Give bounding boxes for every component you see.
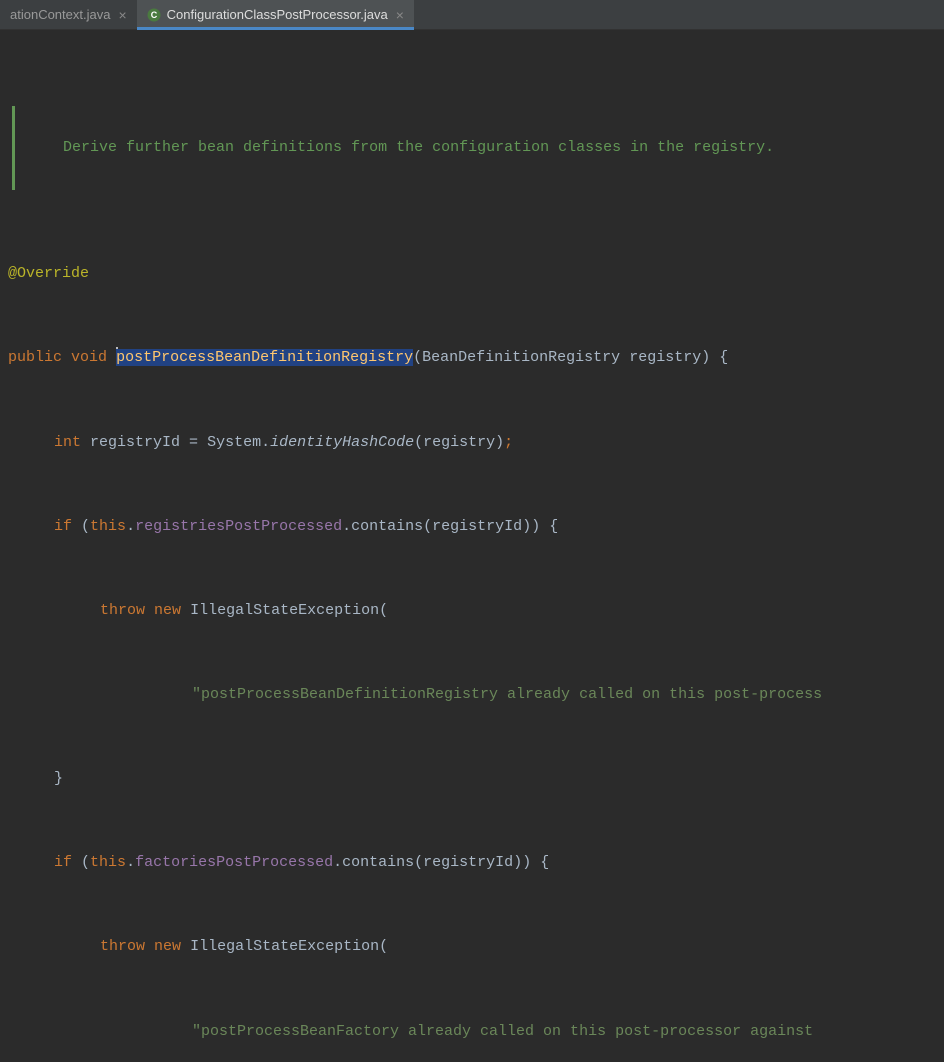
class-icon: C bbox=[147, 8, 161, 22]
svg-text:C: C bbox=[150, 10, 157, 20]
close-icon[interactable]: × bbox=[396, 8, 404, 22]
kw-void: void bbox=[71, 349, 107, 366]
close-icon[interactable]: × bbox=[118, 8, 126, 22]
doc-text: Derive further bean definitions from the… bbox=[63, 139, 774, 156]
javadoc-comment: Derive further bean definitions from the… bbox=[12, 106, 944, 190]
tab-label: ConfigurationClassPostProcessor.java bbox=[167, 7, 388, 22]
tab-label: ationContext.java bbox=[10, 7, 110, 22]
kw-public: public bbox=[8, 349, 62, 366]
annotation: @Override bbox=[8, 265, 89, 282]
tab-active[interactable]: C ConfigurationClassPostProcessor.java × bbox=[137, 0, 414, 29]
string-literal: "postProcessBeanDefinitionRegistry alrea… bbox=[192, 686, 822, 703]
code-editor[interactable]: Derive further bean definitions from the… bbox=[0, 30, 944, 1062]
string-literal: "postProcessBeanFactory already called o… bbox=[192, 1023, 813, 1040]
tab-inactive[interactable]: ationContext.java × bbox=[0, 0, 137, 29]
editor-tabs: ationContext.java × C ConfigurationClass… bbox=[0, 0, 944, 30]
method-declaration: postProcessBeanDefinitionRegistry bbox=[116, 349, 413, 366]
